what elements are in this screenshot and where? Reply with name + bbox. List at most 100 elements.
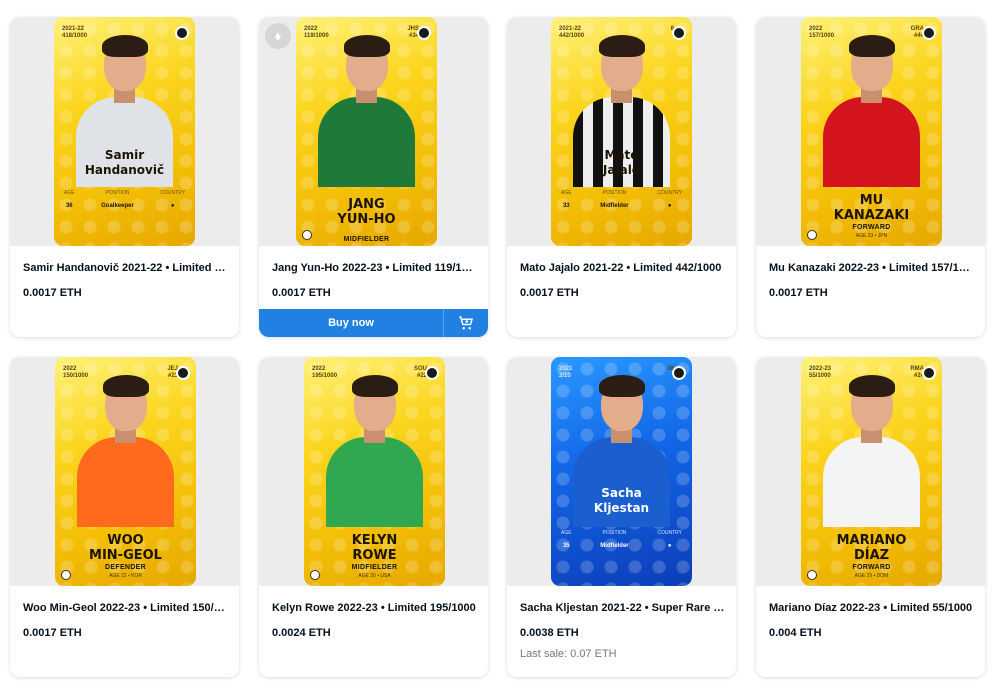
card-position: DEFENDER xyxy=(105,564,146,571)
card-edition: 2021 2/10 xyxy=(559,366,572,380)
nft-title[interactable]: Sacha Kljestan 2021-22 • Super Rare 2/10 xyxy=(520,602,725,614)
stat-position: POSITION Midfielder xyxy=(600,530,628,549)
stat-position: POSITION Goalkeeper xyxy=(101,190,134,209)
ball-icon xyxy=(310,570,320,580)
player-card: 2021-22442/10008Mato JajaloAGE33POSITION… xyxy=(551,17,692,246)
add-to-cart-button[interactable] xyxy=(443,309,488,337)
player-photo xyxy=(326,371,423,527)
card-position: MIDFIELDER xyxy=(343,236,390,243)
stat-label: COUNTRY xyxy=(160,190,185,196)
card-player-name: MARIANO DÍAZ xyxy=(836,533,907,563)
card-age-country: AGE 33 • JPN xyxy=(855,233,888,239)
player-hair xyxy=(599,35,645,57)
nft-price: 0.0024 ETH xyxy=(272,627,331,639)
nft-tile[interactable]: 2022 195/1000 SOU #22 KELYN ROWE MIDFIELDER A… xyxy=(259,357,488,677)
nft-title[interactable]: Mato Jajalo 2021-22 • Limited 442/1000 xyxy=(520,262,725,274)
stat-label: AGE xyxy=(561,190,572,196)
nft-tile[interactable]: 2022 157/1000 GRA #44 MU KANAZAKI FORWARD AGE… xyxy=(756,17,985,337)
nft-tile[interactable]: 2021-22442/10008Mato JajaloAGE33POSITION… xyxy=(507,17,736,337)
card-age-country: AGE 22 • KOR xyxy=(109,573,142,579)
stat-age: AGE 33 xyxy=(561,190,572,209)
buy-now-button[interactable]: Buy now xyxy=(259,309,443,337)
card-player-name: Sacha Kljestan xyxy=(593,486,650,515)
player-card: 2021 2/10 16 Sacha Kljestan AGE 35 POSITION Mid… xyxy=(551,357,692,586)
player-shirt xyxy=(77,437,174,527)
card-age-country: AGE 29 • DOM xyxy=(854,573,889,579)
stat-label: POSITION xyxy=(105,190,130,196)
nft-tile[interactable]: 2021 2/10 16 Sacha Kljestan AGE 35 POSITION Mid… xyxy=(507,357,736,677)
club-crest-icon xyxy=(672,366,686,380)
nft-title[interactable]: Mu Kanazaki 2022-23 • Limited 157/1000 xyxy=(769,262,974,274)
nft-grid: 2021-22 418/1000 Samir Handanovič AGE 36 POSI… xyxy=(0,0,995,688)
nft-title[interactable]: Kelyn Rowe 2022-23 • Limited 195/1000 xyxy=(272,602,477,614)
nft-price: 0.004 ETH xyxy=(769,627,822,639)
flag-icon: ● xyxy=(667,203,672,209)
player-hair xyxy=(352,375,398,397)
ball-icon xyxy=(61,570,71,580)
club-crest-icon xyxy=(922,26,936,40)
card-player-name: KELYN ROWE xyxy=(351,533,398,563)
player-shirt xyxy=(326,437,423,527)
player-photo xyxy=(823,371,920,527)
nft-tile[interactable]: 2022 150/1000 JEJ #23 WOO MIN-GEOL DEFENDER A… xyxy=(10,357,239,677)
stat-age: AGE 36 xyxy=(64,190,75,209)
last-sale: Last sale: 0.07 ETH xyxy=(520,648,617,660)
stat-age: AGE 35 xyxy=(561,530,572,549)
player-photo xyxy=(823,31,920,187)
player-hair xyxy=(344,35,390,57)
nft-price: 0.0038 ETH xyxy=(520,627,579,639)
card-position: FORWARD xyxy=(852,564,891,571)
flag-icon: ● xyxy=(667,543,672,549)
player-hair xyxy=(849,35,895,57)
player-hair xyxy=(599,375,645,397)
card-serial: 2/10 xyxy=(559,373,571,379)
nft-tile[interactable]: 2022-23 55/1000 RMA #24 MARIANO DÍAZ FORWARD… xyxy=(756,357,985,677)
nft-tile[interactable]: 2022 119/1000 JHS #34 JANG YUN-HO MIDFIELDER… xyxy=(259,17,488,337)
nft-tile[interactable]: 2021-22 418/1000 Samir Handanovič AGE 36 POSI… xyxy=(10,17,239,337)
player-card: 2022 150/1000 JEJ #23 WOO MIN-GEOL DEFENDER A… xyxy=(55,357,196,586)
player-shirt xyxy=(318,97,415,187)
stat-label: POSITION xyxy=(602,530,627,536)
stat-value: 33 xyxy=(562,203,570,209)
stat-value: Goalkeeper xyxy=(101,203,134,209)
card-position: MIDFIELDER xyxy=(351,564,398,571)
stat-label: COUNTRY xyxy=(657,530,682,536)
club-crest-icon xyxy=(417,26,431,40)
ethereum-icon: ♦ xyxy=(265,23,291,49)
player-card: 2021-22 418/1000 Samir Handanovič AGE 36 POSI… xyxy=(54,17,195,246)
player-card: 2022-23 55/1000 RMA #24 MARIANO DÍAZ FORWARD… xyxy=(801,357,942,586)
club-crest-icon xyxy=(922,366,936,380)
nft-title[interactable]: Mariano Díaz 2022-23 • Limited 55/1000 xyxy=(769,602,974,614)
stat-country: COUNTRY ● xyxy=(657,530,682,549)
player-card: 2022 157/1000 GRA #44 MU KANAZAKI FORWARD AGE… xyxy=(801,17,942,246)
stat-position: POSITION Midfielder xyxy=(600,190,628,209)
player-shirt xyxy=(823,97,920,187)
stat-label: POSITION xyxy=(602,190,627,196)
player-shirt xyxy=(823,437,920,527)
card-stats: AGE 33 POSITION Midfielder COUNTRY ● xyxy=(561,190,682,209)
stat-label: COUNTRY xyxy=(657,190,682,196)
nft-title[interactable]: Woo Min-Geol 2022-23 • Limited 150/1000 xyxy=(23,602,228,614)
nft-price: 0.0017 ETH xyxy=(23,627,82,639)
club-crest-icon xyxy=(176,366,190,380)
stat-country: COUNTRY ● xyxy=(657,190,682,209)
club-crest-icon xyxy=(672,26,686,40)
nft-title[interactable]: Samir Handanovič 2021-22 • Limited 418/1… xyxy=(23,262,228,274)
nft-price: 0.0017 ETH xyxy=(769,287,828,299)
player-hair xyxy=(849,375,895,397)
card-season: 2021 xyxy=(559,366,573,372)
player-hair xyxy=(103,375,149,397)
ball-icon xyxy=(807,230,817,240)
nft-price: 0.0017 ETH xyxy=(23,287,82,299)
card-position: FORWARD xyxy=(852,224,891,231)
nft-price: 0.0017 ETH xyxy=(272,287,331,299)
club-crest-icon xyxy=(425,366,439,380)
player-photo xyxy=(318,31,415,187)
cart-icon xyxy=(459,316,473,330)
stat-value: Midfielder xyxy=(600,203,629,209)
flag-icon: ● xyxy=(170,203,175,209)
card-player-name: Samir Handanovič xyxy=(84,148,165,177)
card-player-name: Mato Jajalo xyxy=(602,148,641,177)
nft-title[interactable]: Jang Yun-Ho 2022-23 • Limited 119/1000 xyxy=(272,262,477,274)
stat-label: AGE xyxy=(64,190,75,196)
